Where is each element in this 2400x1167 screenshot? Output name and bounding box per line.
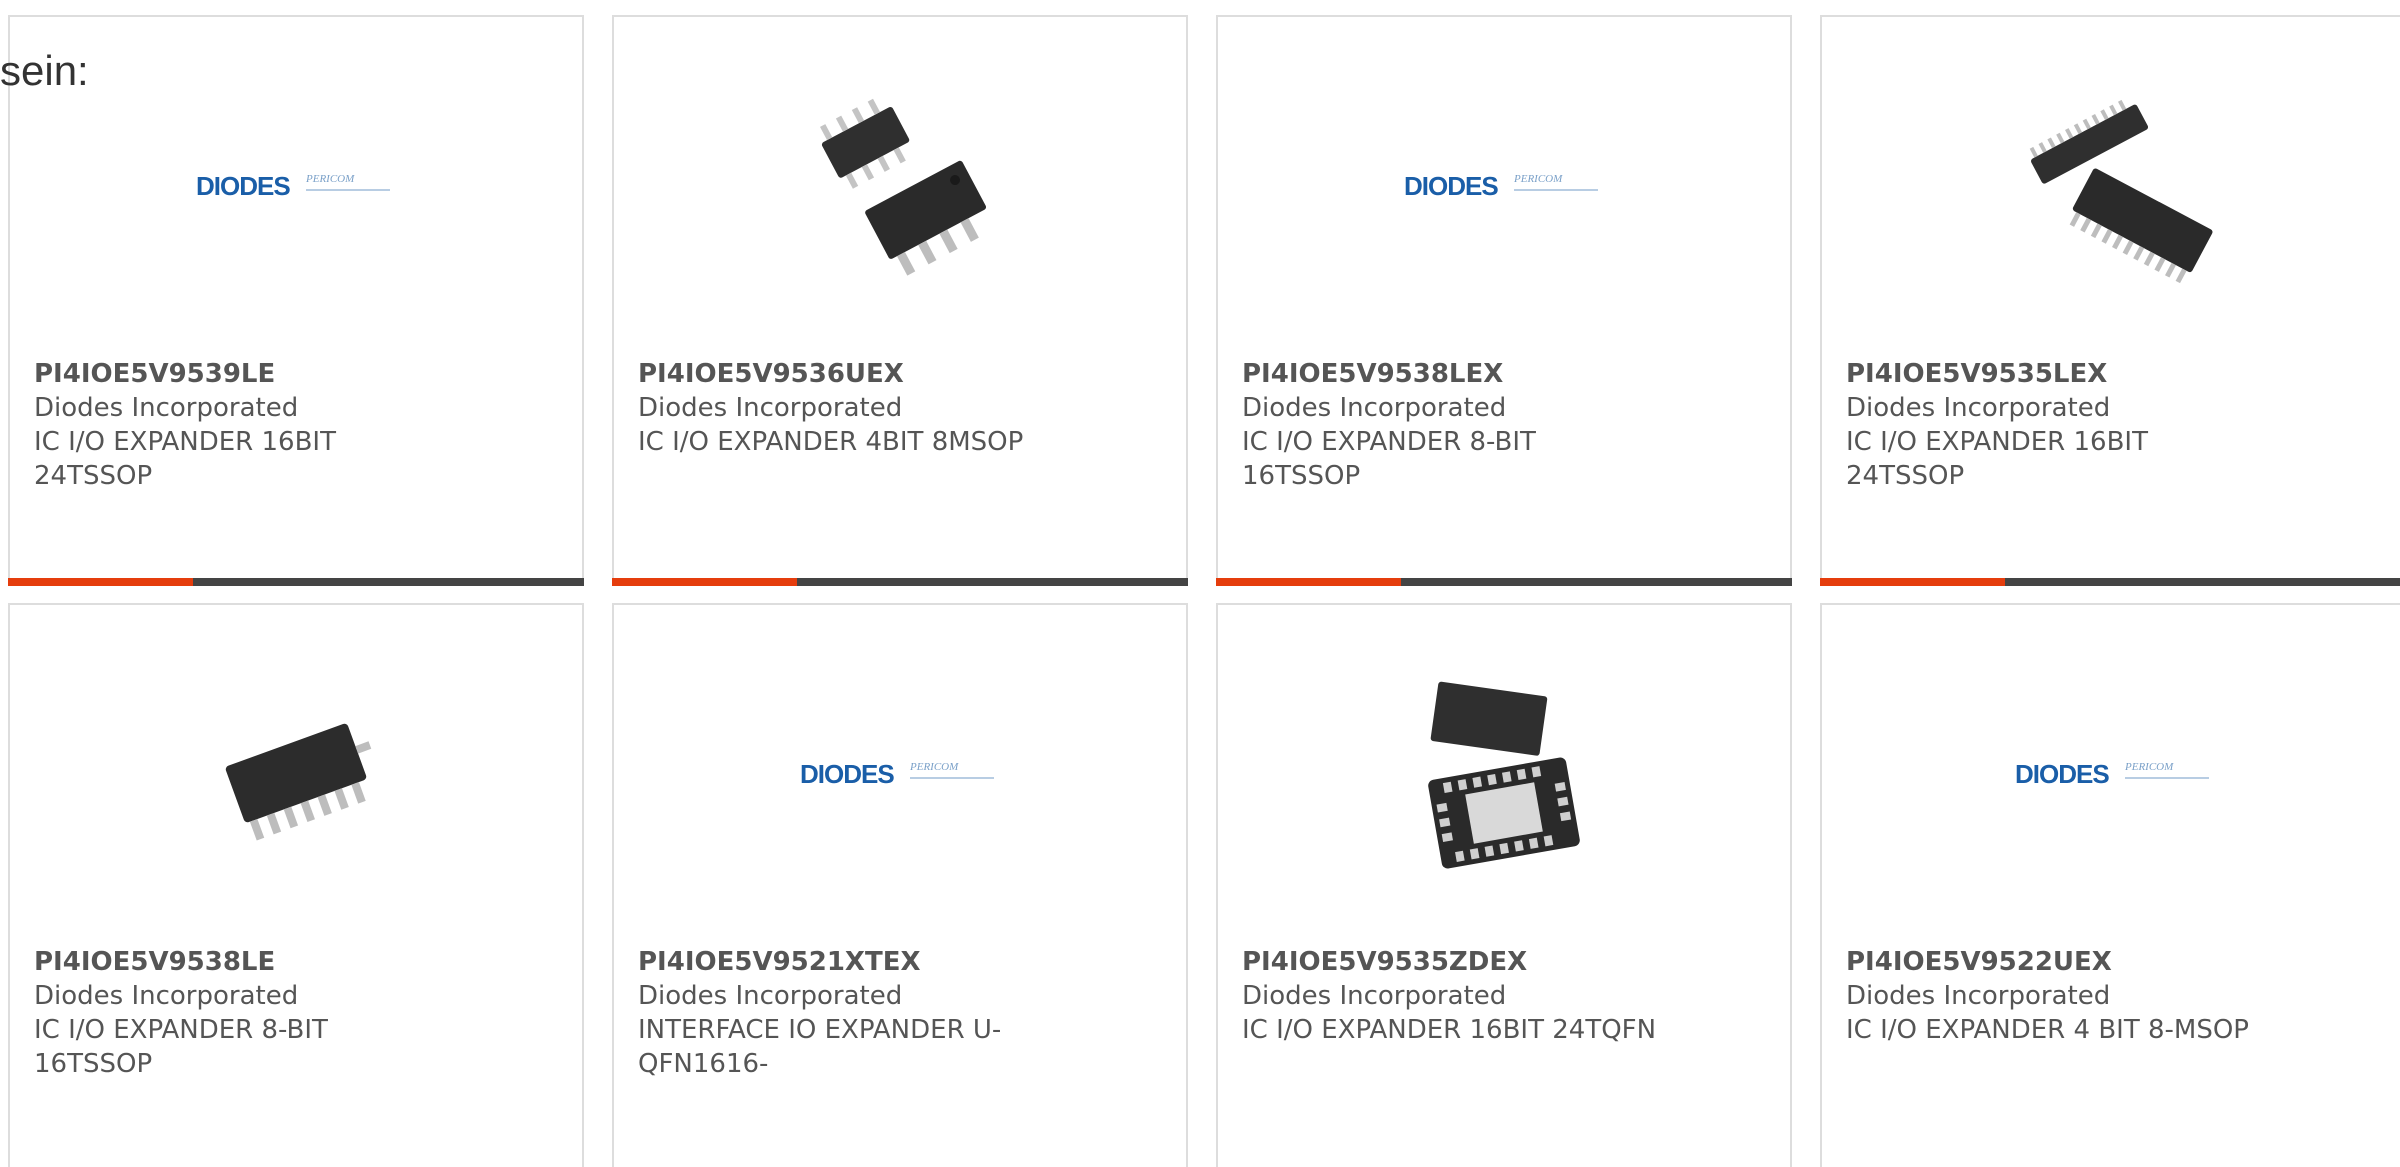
diodes-pericom-logo: DIODES PERICOM [2015,755,2215,789]
description: INTERFACE IO EXPANDER U-QFN1616- [638,1015,1002,1079]
manufacturer: Diodes Incorporated [1846,393,2111,423]
logo-text: DIODES [1404,171,1499,201]
logo-subtext: PERICOM [910,761,959,773]
manufacturer: Diodes Incorporated [1846,981,2111,1011]
chip-icon [820,98,987,276]
logo-line [306,189,390,191]
part-number-link[interactable]: PI4IOE5V9539LE [34,357,454,391]
description: IC I/O EXPANDER 8-BIT 16TSSOP [1242,427,1536,491]
product-info: PI4IOE5V9539LE Diodes Incorporated IC I/… [34,357,454,493]
diodes-pericom-logo: DIODES PERICOM [196,167,396,201]
logo-text: DIODES [800,759,895,789]
manufacturer: Diodes Incorporated [1242,981,1507,1011]
product-info: PI4IOE5V9535ZDEX Diodes Incorporated IC … [1242,945,1662,1047]
card-bottom-bar [8,578,584,586]
product-info: PI4IOE5V9538LEX Diodes Incorporated IC I… [1242,357,1662,493]
product-info: PI4IOE5V9536UEX Diodes Incorporated IC I… [638,357,1058,459]
part-number-link[interactable]: PI4IOE5V9535ZDEX [1242,945,1662,979]
description: IC I/O EXPANDER 16BIT 24TSSOP [1846,427,2148,491]
part-number-link[interactable]: PI4IOE5V9538LE [34,945,454,979]
product-info: PI4IOE5V9535LEX Diodes Incorporated IC I… [1846,357,2266,493]
product-card[interactable]: DIODES PERICOM PI4IOE5V9538LEX Diodes In… [1216,15,1792,586]
description: IC I/O EXPANDER 4BIT 8MSOP [638,427,1024,457]
part-number-link[interactable]: PI4IOE5V9538LEX [1242,357,1662,391]
manufacturer: Diodes Incorporated [638,393,903,423]
description: IC I/O EXPANDER 8-BIT 16TSSOP [34,1015,328,1079]
msop-chip-image [800,85,1000,285]
card-bottom-bar [1820,578,2400,586]
tssop-chip-image [2015,85,2215,285]
product-info: PI4IOE5V9521XTEX Diodes Incorporated INT… [638,945,1058,1081]
logo-subtext: PERICOM [2125,761,2174,773]
product-card[interactable]: DIODES PERICOM PI4IOE5V9539LE Diodes Inc… [8,15,584,586]
part-number-link[interactable]: PI4IOE5V9522UEX [1846,945,2266,979]
logo-subtext: PERICOM [1514,173,1563,185]
product-info: PI4IOE5V9538LE Diodes Incorporated IC I/… [34,945,454,1081]
card-bottom-bar [612,578,1188,586]
logo-text: DIODES [196,171,291,201]
chip-icon [225,723,372,841]
logo-subtext: PERICOM [306,173,355,185]
description: IC I/O EXPANDER 16BIT 24TSSOP [34,427,336,491]
part-number-link[interactable]: PI4IOE5V9535LEX [1846,357,2266,391]
part-number-link[interactable]: PI4IOE5V9536UEX [638,357,1058,391]
description: IC I/O EXPANDER 4 BIT 8-MSOP [1846,1015,2249,1045]
description: IC I/O EXPANDER 16BIT 24TQFN [1242,1015,1657,1045]
tqfn-chip-image [1404,673,1604,873]
card-bottom-bar [1216,578,1792,586]
manufacturer: Diodes Incorporated [1242,393,1507,423]
part-number-link[interactable]: PI4IOE5V9521XTEX [638,945,1058,979]
product-card[interactable]: DIODES PERICOM PI4IOE5V9522UEX Diodes In… [1820,603,2400,1167]
tssop-chip-image [196,673,396,873]
manufacturer: Diodes Incorporated [34,393,299,423]
product-card[interactable]: DIODES PERICOM PI4IOE5V9521XTEX Diodes I… [612,603,1188,1167]
chip-icon [2029,99,2213,284]
product-card[interactable]: PI4IOE5V9536UEX Diodes Incorporated IC I… [612,15,1188,586]
product-card[interactable]: PI4IOE5V9538LE Diodes Incorporated IC I/… [8,603,584,1167]
product-card[interactable]: PI4IOE5V9535ZDEX Diodes Incorporated IC … [1216,603,1792,1167]
manufacturer: Diodes Incorporated [638,981,903,1011]
section-heading: sein: [0,47,89,94]
product-card[interactable]: PI4IOE5V9535LEX Diodes Incorporated IC I… [1820,15,2400,586]
bar-accent [1820,578,2005,586]
logo-line [2125,777,2209,779]
logo-text: DIODES [2015,759,2110,789]
logo-line [910,777,994,779]
manufacturer: Diodes Incorporated [34,981,299,1011]
diodes-pericom-logo: DIODES PERICOM [800,755,1000,789]
chip-icon [1428,681,1580,869]
bar-accent [1216,578,1401,586]
bar-accent [8,578,193,586]
diodes-pericom-logo: DIODES PERICOM [1404,167,1604,201]
product-info: PI4IOE5V9522UEX Diodes Incorporated IC I… [1846,945,2266,1047]
logo-line [1514,189,1598,191]
bar-accent [612,578,797,586]
page: sein: DIODES PERICOM PI4IOE5V9539LE Diod… [0,0,2400,1167]
